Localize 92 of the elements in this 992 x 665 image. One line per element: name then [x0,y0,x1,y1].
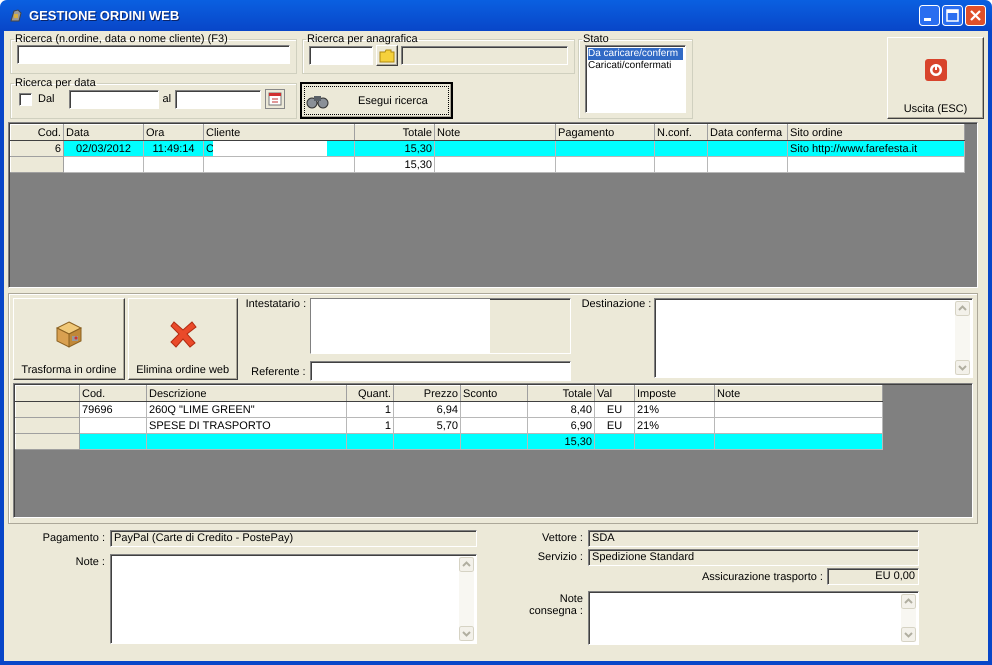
table-cell: 79696 [82,404,113,416]
table-cell: 1 [384,404,391,416]
search-field[interactable] [17,45,290,64]
list-item[interactable]: Da caricare/conferm [588,48,683,60]
table-row[interactable]: 6 02/03/2012 11:49:14 C 15,30 Sito http://www.farefesta.it [10,140,964,156]
table-cell: 6,94 [436,404,458,416]
group-label: Ricerca (n.ordine, data o nome cliente) (F3) [14,33,229,45]
column-header[interactable]: N.conf. [654,124,708,140]
column-header[interactable]: Prezzo [394,386,460,402]
service-field: Spedizione Standard [588,549,919,566]
group-label: Ricerca per data [14,77,97,89]
table-cell: 5,70 [436,420,458,432]
minimize-button[interactable] [919,5,940,26]
table-cell: 21% [637,420,660,432]
table-row[interactable]: 15,30 [16,434,882,450]
contact-field[interactable] [310,361,571,381]
list-item[interactable]: Caricati/confermati [588,60,683,72]
column-header[interactable]: Val [594,386,634,402]
column-header[interactable]: Note [714,386,882,402]
column-header[interactable]: Sconto [460,386,528,402]
table-cell: 1 [384,420,391,432]
browse-button[interactable] [376,45,398,66]
checkbox-label: Dal [38,93,55,105]
checkbox[interactable] [19,92,32,106]
field-label: Destinazione : [582,298,650,312]
column-header[interactable]: Data conferma [708,124,788,140]
calendar-icon[interactable] [265,89,286,109]
delivery-note-field[interactable] [588,591,919,645]
column-header[interactable]: Cod. [80,386,146,402]
date-to-field[interactable] [175,90,262,108]
column-header[interactable]: Cliente [204,124,354,140]
maximize-button[interactable] [942,5,963,26]
column-header[interactable]: Imposte [634,386,714,402]
scroll-down-icon[interactable] [459,626,474,640]
field-label: Note consegna : [528,593,583,617]
date-from-field[interactable] [68,90,159,108]
scrollbar[interactable] [459,556,474,640]
registry-code-field[interactable] [309,46,373,65]
column-header[interactable]: Pagamento [556,124,654,140]
column-header[interactable]: Ora [144,124,204,140]
close-button[interactable] [965,5,986,26]
table-cell: EU [606,420,622,432]
table-cell: EU [606,404,622,416]
table-cell: 8,40 [570,404,592,416]
search-button[interactable]: Esegui ricerca [300,82,453,119]
column-header[interactable]: Data [64,124,144,140]
table-cell: 6 [54,142,61,154]
group-label: Stato [582,33,610,45]
column-header[interactable]: Cod. [10,124,64,140]
box-icon [54,319,84,349]
table-row[interactable]: 15,30 [10,156,964,172]
table-row[interactable]: 79696 260Q "LIME GREEN" 1 6,94 8,40 EU 21% [16,402,882,418]
column-header[interactable]: Sito ordine [788,124,964,140]
table-cell: SPESE DI TRASPORTO [149,420,271,432]
column-header[interactable]: Totale [354,124,434,140]
field-label: Servizio : [536,551,583,563]
destination-field[interactable] [654,298,973,378]
column-header[interactable]: Totale [528,386,594,402]
table-cell: 21% [637,404,660,416]
field-label: Intestatario : [246,298,306,310]
cross-icon [168,319,198,349]
table-cell: C [206,142,214,154]
power-icon [924,59,946,81]
folder-icon [379,48,395,62]
table-cell: 15,30 [564,436,592,448]
scroll-up-icon[interactable] [459,556,474,572]
table-cell: 11:49:14 [152,142,194,154]
window-title: GESTIONE ORDINI WEB [29,8,180,23]
field-label: Vettore : [541,532,583,544]
date-to-label: al [162,93,172,105]
delete-order-button[interactable]: Elimina ordine web [128,298,238,380]
app-icon [8,8,24,24]
note-field[interactable] [110,554,477,644]
column-header[interactable]: Quant. [346,386,394,402]
convert-order-button[interactable]: Trasforma in ordine [13,298,125,380]
table-cell: 15,30 [404,158,432,170]
table-cell: 02/03/2012 [76,142,132,154]
column-header[interactable]: Descrizione [146,386,346,402]
exit-button[interactable]: Uscita (ESC) [887,37,984,119]
insurance-field: EU 0,00 [827,568,919,585]
table-cell: 15,30 [404,142,432,154]
field-label: Note : [74,556,105,568]
field-label: Assicurazione trasporto : [702,570,823,582]
field-label: Pagamento : [42,532,105,544]
table-cell: Sito http://www.farefesta.it [790,142,918,154]
column-header[interactable]: Note [434,124,556,140]
field-label: Referente : [250,366,306,378]
carrier-field: SDA [588,530,919,547]
table-cell: 6,90 [570,420,592,432]
payment-field: PayPal (Carte di Credito - PostePay) [110,530,477,547]
group-label: Ricerca per anagrafica [306,33,419,45]
table-cell: 260Q "LIME GREEN" [149,404,255,416]
